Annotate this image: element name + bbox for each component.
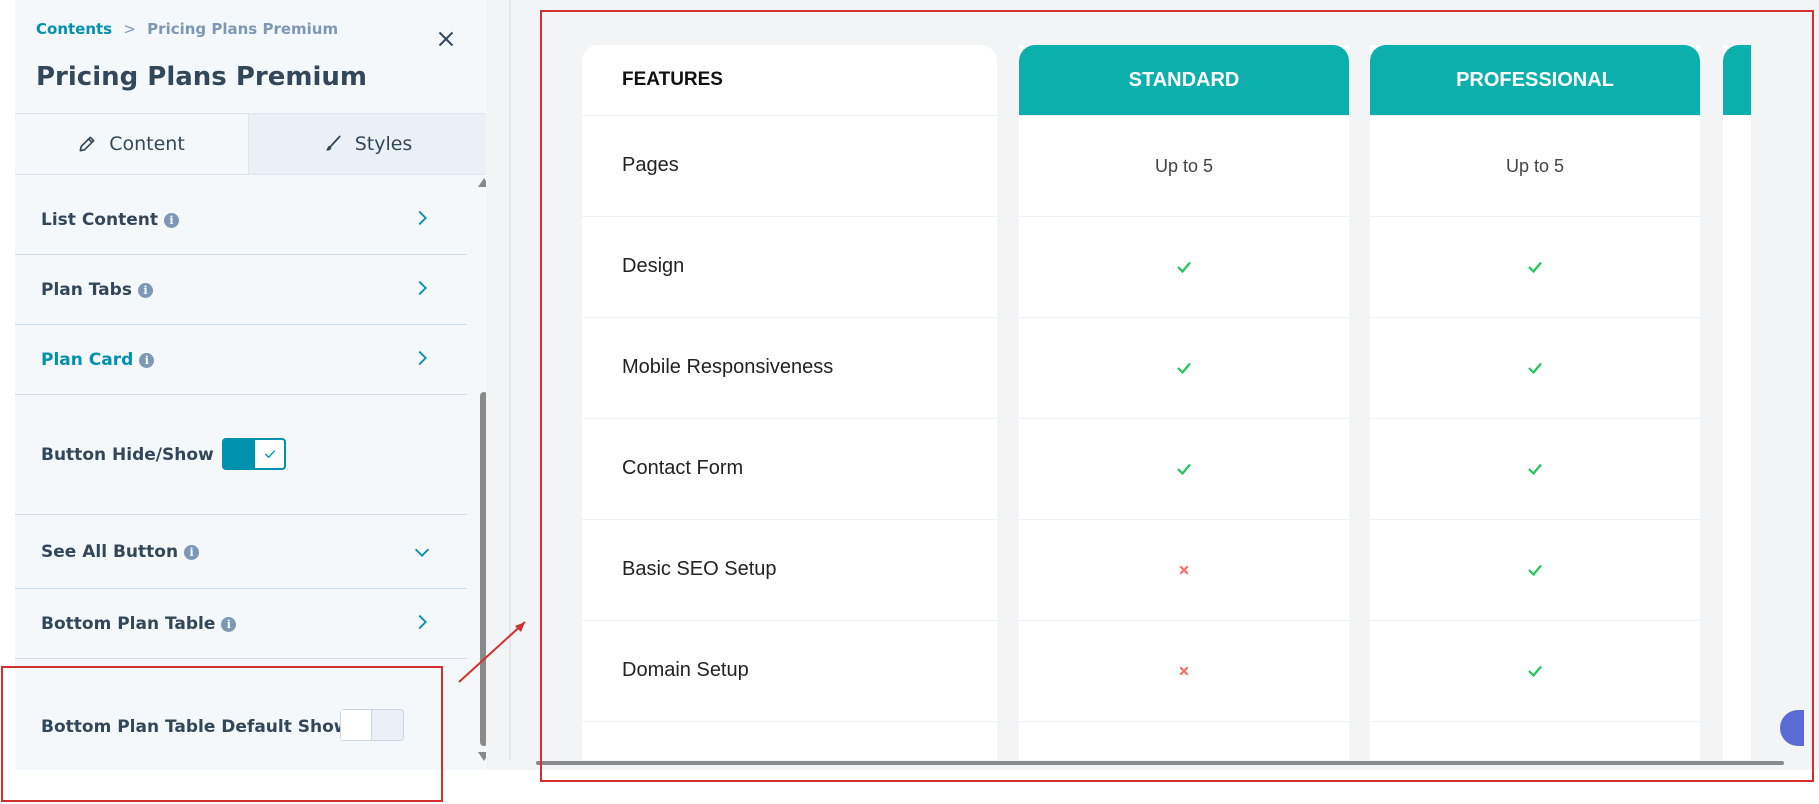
info-icon: i [139, 352, 155, 368]
toggle-knob [224, 440, 255, 468]
button-hide-show-toggle[interactable] [222, 438, 286, 470]
feature-label: Domain Setup [622, 659, 749, 681]
plan-tabs-row[interactable]: Plan Tabs i [15, 255, 467, 325]
check-icon [1528, 362, 1542, 375]
feature-label: Contact Form [622, 457, 744, 479]
feature-row: Basic SEO Setup [582, 519, 997, 620]
tab-styles-label: Styles [354, 133, 413, 155]
settings-panel: Contents > Pricing Plans Premium Pricing… [15, 0, 490, 770]
list-content-row[interactable]: List Content i [15, 185, 467, 255]
plan-cell [1370, 519, 1700, 620]
chevron-right-icon [418, 210, 427, 226]
chevron-right-icon [418, 280, 427, 296]
tab-content-label: Content [109, 133, 185, 155]
plan-card-label: Plan Card [41, 350, 134, 370]
plan-column-professional: PROFESSIONAL Up to 5 [1370, 45, 1700, 760]
plan-cell [1019, 317, 1349, 418]
bottom-plan-table-default-show-row: Bottom Plan Table Default Show [15, 659, 467, 759]
feature-row: Domain Setup [582, 620, 997, 721]
tab-content[interactable]: Content [15, 114, 247, 174]
cross-icon [1179, 666, 1189, 676]
check-icon [1528, 463, 1542, 476]
list-content-label-wrap: List Content i [41, 210, 179, 230]
check-icon [1528, 665, 1542, 678]
feature-label: Mobile Responsiveness [622, 356, 834, 378]
plan-cell [1019, 721, 1349, 761]
see-all-button-label-wrap: See All Button i [41, 542, 200, 562]
plan-cell [1370, 216, 1700, 317]
toggle-knob [341, 710, 372, 740]
breadcrumb-contents-link[interactable]: Contents [36, 20, 112, 38]
plan-cell: Up to 5 [1370, 115, 1700, 216]
feature-row: Design [582, 216, 997, 317]
button-hide-show-label-wrap: Button Hide/Show [41, 445, 214, 465]
feature-label: Basic SEO Setup [622, 558, 777, 580]
plan-cell [1370, 317, 1700, 418]
plan-tabs-label: Plan Tabs [41, 280, 132, 300]
bottom-plan-table-default-show-label-wrap: Bottom Plan Table Default Show [41, 717, 350, 737]
button-hide-show-row: Button Hide/Show [15, 395, 467, 515]
bottom-plan-table-label: Bottom Plan Table [41, 614, 216, 634]
plan-cell [1019, 519, 1349, 620]
check-icon [264, 450, 276, 459]
check-icon [1177, 463, 1191, 476]
chevron-right-icon [418, 614, 427, 630]
plan-card-label-wrap: Plan Card i [41, 350, 155, 370]
plan-card-row[interactable]: Plan Card i [15, 325, 467, 395]
canvas-horizontal-scrollbar[interactable] [536, 761, 1784, 765]
tab-styles[interactable]: Styles [248, 114, 486, 174]
bottom-plan-table-default-show-label: Bottom Plan Table Default Show [41, 717, 350, 737]
plan-cell [1019, 216, 1349, 317]
panel-tabs: Content Styles [15, 113, 486, 175]
plan-header-professional: PROFESSIONAL [1370, 45, 1700, 115]
settings-list: List Content i Plan Tabs i Plan Card i B… [15, 185, 467, 759]
info-icon: i [184, 544, 200, 560]
see-all-button-row[interactable]: See All Button i [15, 515, 467, 589]
breadcrumb: Contents > Pricing Plans Premium [36, 20, 338, 38]
info-icon: i [221, 616, 237, 632]
see-all-button-label: See All Button [41, 542, 179, 562]
plan-cell: Up to 5 [1019, 115, 1349, 216]
feature-row: Pages [582, 115, 997, 216]
panel-title: Pricing Plans Premium [36, 62, 367, 92]
check-icon [1177, 362, 1191, 375]
check-icon [1177, 261, 1191, 274]
plan-cell [1370, 721, 1700, 761]
plan-column-standard: STANDARD Up to 5 [1019, 45, 1349, 760]
cross-icon [1179, 565, 1189, 575]
plan-header-standard: STANDARD [1019, 45, 1349, 115]
pencil-icon [79, 136, 95, 152]
feature-row [582, 721, 997, 761]
plan-cell [1019, 620, 1349, 721]
info-icon: i [163, 212, 179, 228]
plan-cell [1370, 418, 1700, 519]
plan-cell [1019, 418, 1349, 519]
bottom-plan-table-default-show-toggle[interactable] [340, 709, 404, 741]
chevron-down-icon [414, 548, 430, 557]
bottom-plan-table-row[interactable]: Bottom Plan Table i [15, 589, 467, 659]
canvas-divider [509, 0, 511, 760]
brush-icon [326, 135, 341, 151]
plan-column-partial [1723, 45, 1751, 760]
feature-row: Mobile Responsiveness [582, 317, 997, 418]
list-content-label: List Content [41, 210, 158, 230]
plan-cell [1370, 620, 1700, 721]
feature-row: Contact Form [582, 418, 997, 519]
bottom-plan-table-label-wrap: Bottom Plan Table i [41, 614, 237, 634]
info-icon: i [137, 282, 153, 298]
plan-header-partial [1723, 45, 1751, 115]
check-icon [1528, 261, 1542, 274]
close-icon [438, 31, 454, 47]
plan-tabs-label-wrap: Plan Tabs i [41, 280, 153, 300]
features-header: FEATURES [622, 69, 723, 90]
button-hide-show-label: Button Hide/Show [41, 445, 214, 465]
close-button[interactable] [433, 26, 459, 52]
feature-label: Pages [622, 154, 679, 176]
check-icon [1528, 564, 1542, 577]
breadcrumb-separator: > [123, 20, 136, 38]
features-column: FEATURES Pages Design Mobile Responsiven… [582, 45, 997, 760]
feature-label: Design [622, 255, 685, 277]
breadcrumb-current: Pricing Plans Premium [147, 20, 339, 38]
chevron-right-icon [418, 350, 427, 366]
